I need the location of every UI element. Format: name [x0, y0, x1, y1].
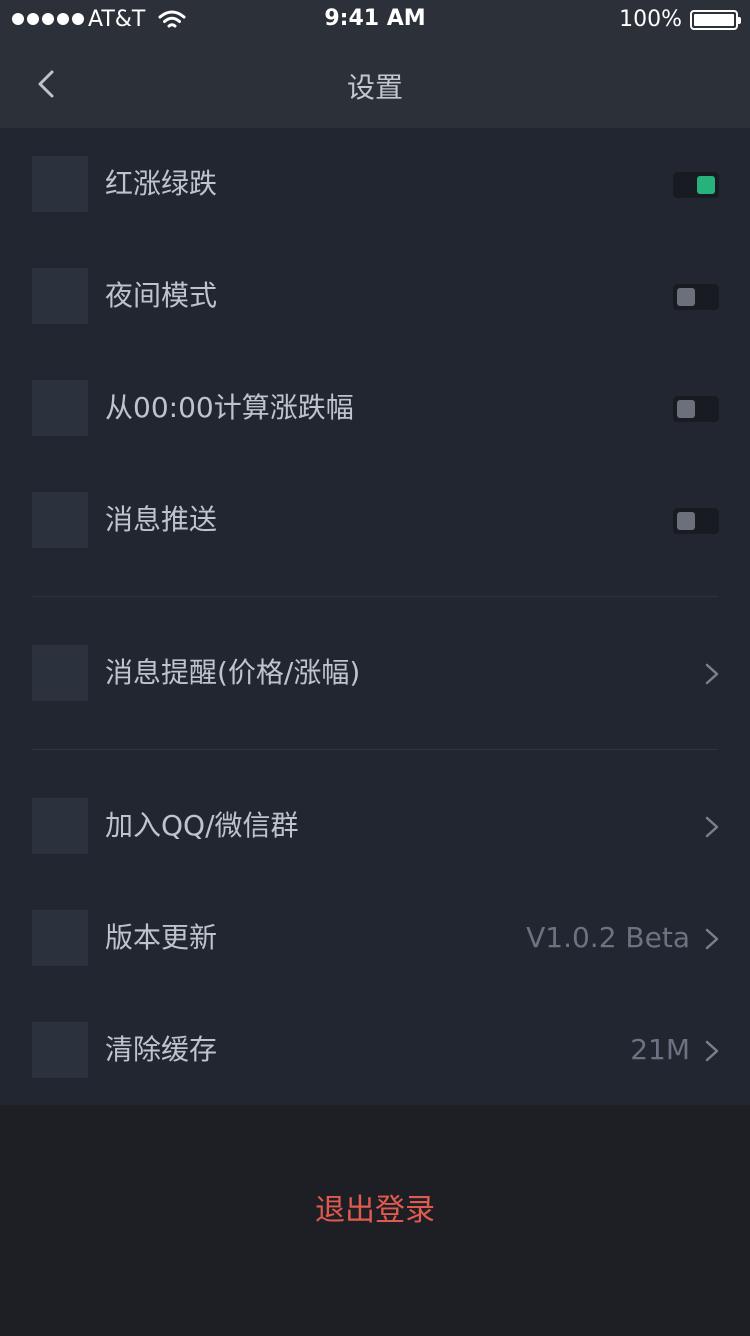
setting-label: 清除缓存 [105, 1033, 218, 1066]
setting-row-clear-cache[interactable]: 清除缓存 21M [0, 994, 750, 1106]
setting-icon-placeholder [32, 1022, 88, 1078]
status-bar: AT&T 9:41 AM 100% [0, 0, 750, 40]
setting-icon-placeholder [32, 268, 88, 324]
setting-icon-placeholder [32, 492, 88, 548]
logout-button[interactable]: 退出登录 [0, 1191, 750, 1231]
chevron-right-icon [705, 663, 719, 685]
toggle-knob [677, 288, 695, 306]
setting-row-price-alerts[interactable]: 消息提醒(价格/涨幅) [0, 617, 750, 729]
setting-label: 加入QQ/微信群 [105, 809, 299, 842]
setting-row-push-notifications: 消息推送 [0, 464, 750, 576]
battery-percent: 100% [619, 7, 682, 32]
page-title: 设置 [346, 71, 403, 104]
settings-page: AT&T 9:41 AM 100% 设置 红涨绿跌 夜间模式 从00:00计算涨… [0, 0, 750, 1336]
setting-row-night-mode: 夜间模式 [0, 240, 750, 352]
setting-icon-placeholder [32, 645, 88, 701]
chevron-right-icon [705, 928, 719, 950]
push-notifications-toggle[interactable] [673, 508, 719, 534]
setting-label: 从00:00计算涨跌幅 [105, 391, 354, 424]
setting-row-calc-from-midnight: 从00:00计算涨跌幅 [0, 352, 750, 464]
setting-label: 红涨绿跌 [105, 167, 218, 200]
section-divider [32, 596, 718, 597]
setting-label: 夜间模式 [105, 279, 218, 312]
setting-label: 消息推送 [105, 503, 218, 536]
logout-section: 退出登录 [0, 1105, 750, 1336]
setting-icon-placeholder [32, 380, 88, 436]
chevron-right-icon [705, 816, 719, 838]
section-divider [32, 749, 718, 750]
version-value: V1.0.2 Beta [526, 921, 690, 954]
calc-from-midnight-toggle[interactable] [673, 396, 719, 422]
chevron-right-icon [705, 1040, 719, 1062]
toggle-knob [697, 176, 715, 194]
toggle-knob [677, 512, 695, 530]
toggle-knob [677, 400, 695, 418]
night-mode-toggle[interactable] [673, 284, 719, 310]
setting-label: 版本更新 [105, 921, 218, 954]
setting-icon-placeholder [32, 156, 88, 212]
cache-size-value: 21M [630, 1033, 690, 1066]
red-up-green-down-toggle[interactable] [673, 172, 719, 198]
setting-row-red-up-green-down: 红涨绿跌 [0, 128, 750, 240]
top-bar: AT&T 9:41 AM 100% 设置 [0, 0, 750, 128]
setting-icon-placeholder [32, 798, 88, 854]
setting-label: 消息提醒(价格/涨幅) [105, 656, 361, 689]
battery-icon [690, 10, 741, 30]
setting-icon-placeholder [32, 910, 88, 966]
setting-row-join-group[interactable]: 加入QQ/微信群 [0, 770, 750, 882]
settings-list: 红涨绿跌 夜间模式 从00:00计算涨跌幅 消息推送 消息提醒(价格/涨幅) 加… [0, 128, 750, 1105]
setting-row-version-update[interactable]: 版本更新 V1.0.2 Beta [0, 882, 750, 994]
